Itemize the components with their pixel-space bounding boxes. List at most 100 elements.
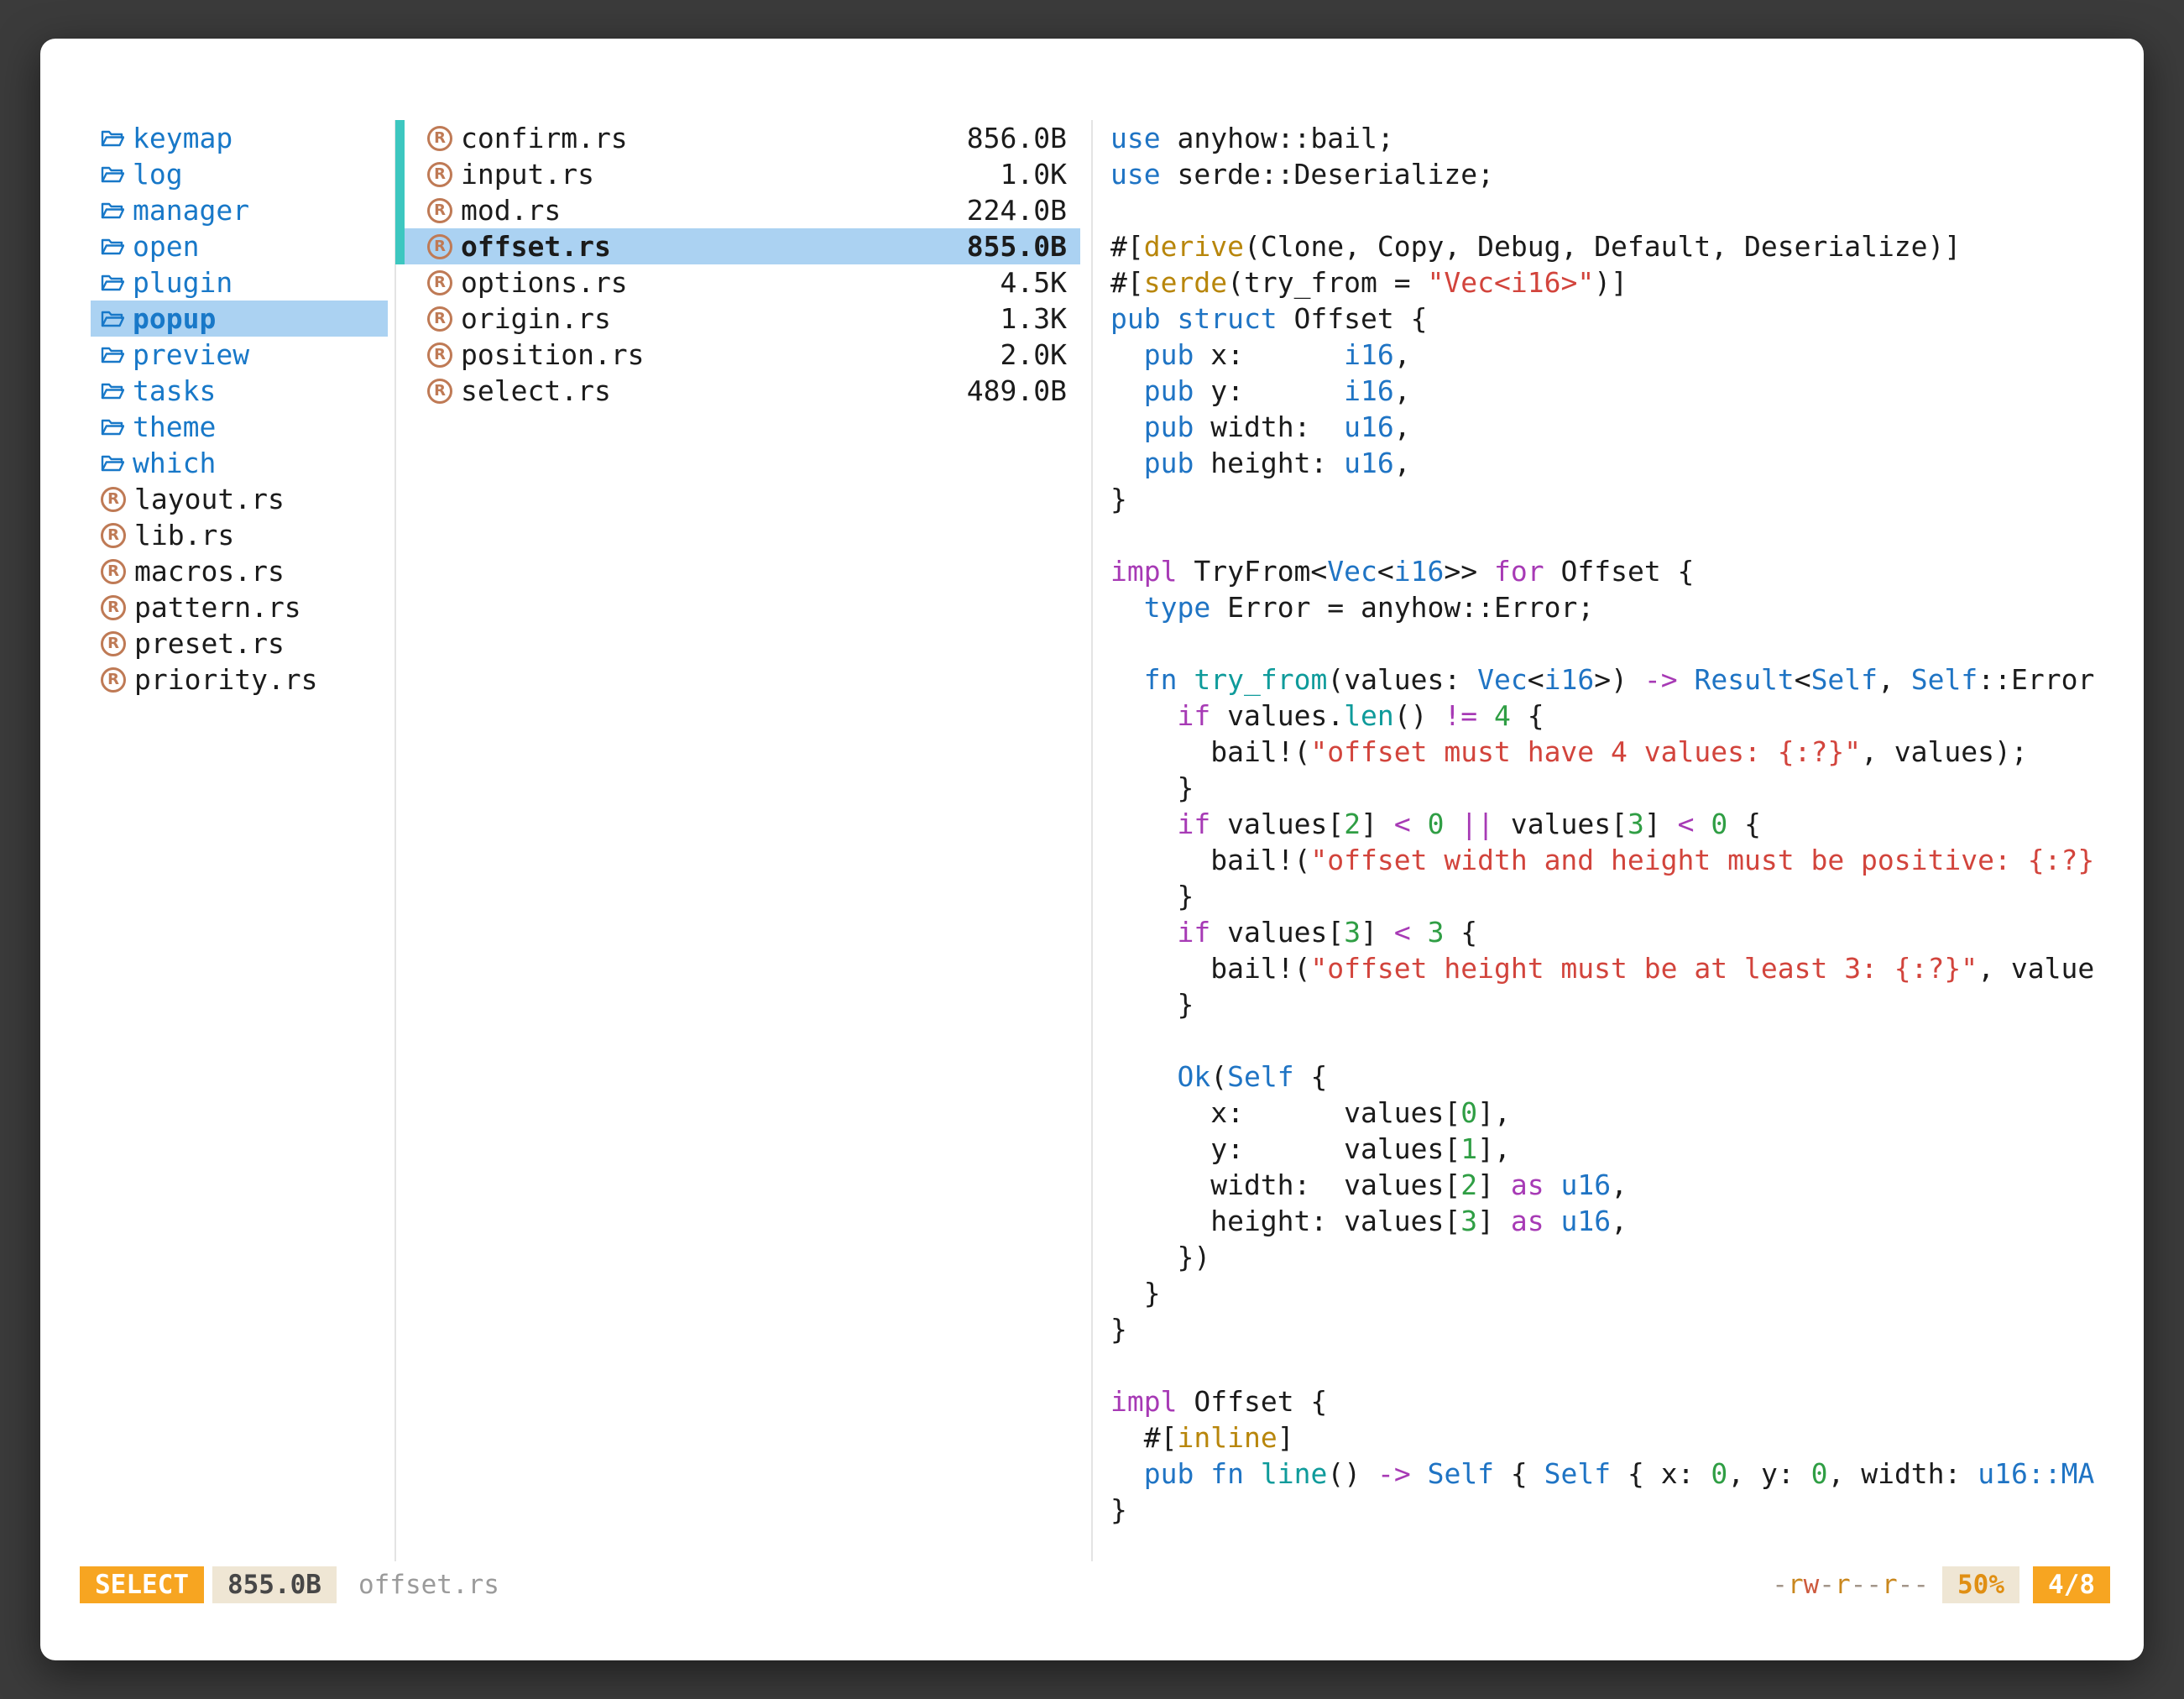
dir-item-plugin[interactable]: plugin	[91, 264, 388, 301]
code-token: ->	[1644, 663, 1678, 696]
file-row-options.rs[interactable]: Roptions.rs4.5K	[395, 264, 1080, 301]
file-item-preset.rs[interactable]: Rpreset.rs	[91, 625, 388, 661]
code-line	[1110, 517, 2144, 553]
code-token: "offset width and height must be positiv…	[1310, 844, 2094, 876]
file-row-position.rs[interactable]: Rposition.rs2.0K	[395, 337, 1080, 373]
folder-open-icon	[101, 345, 124, 365]
code-token: Offset {	[1177, 1385, 1327, 1418]
code-token: derive	[1144, 230, 1244, 263]
dir-item-keymap[interactable]: keymap	[91, 120, 388, 156]
code-token: 3	[1460, 1205, 1477, 1237]
dir-item-popup[interactable]: popup	[91, 301, 388, 337]
code-token: type	[1144, 591, 1210, 624]
file-size: 856.0B	[967, 122, 1067, 154]
code-token: y: values[	[1110, 1132, 1460, 1165]
code-token: ]	[1361, 916, 1394, 949]
dir-name: tasks	[133, 374, 216, 407]
selection-mark	[395, 120, 405, 156]
code-token: u16	[1560, 1205, 1611, 1237]
folder-open-icon	[101, 417, 124, 437]
code-token	[1411, 1457, 1428, 1490]
code-token: impl	[1110, 555, 1177, 588]
code-token: (	[1210, 1060, 1227, 1093]
dir-item-which[interactable]: which	[91, 445, 388, 481]
code-token: (try_from =	[1227, 266, 1427, 299]
dir-name: manager	[133, 194, 249, 227]
dir-item-theme[interactable]: theme	[91, 409, 388, 445]
dir-item-tasks[interactable]: tasks	[91, 373, 388, 409]
code-token: height: values[	[1110, 1205, 1460, 1237]
code-token: Vec	[1477, 663, 1528, 696]
scroll-percent-badge: 50%	[1942, 1566, 2019, 1603]
dir-item-preview[interactable]: preview	[91, 337, 388, 373]
file-row-input.rs[interactable]: Rinput.rs1.0K	[395, 156, 1080, 192]
file-row-offset.rs[interactable]: Roffset.rs855.0B	[395, 228, 1080, 264]
code-token: ,	[1611, 1168, 1628, 1201]
code-token	[1695, 808, 1711, 840]
folder-open-icon	[101, 128, 124, 149]
file-size: 855.0B	[967, 230, 1067, 263]
code-token: Error = anyhow::Error;	[1210, 591, 1594, 624]
code-line: use serde::Deserialize;	[1110, 156, 2144, 192]
code-line	[1110, 625, 2144, 661]
code-token: values[	[1210, 808, 1344, 840]
code-token: if	[1177, 808, 1210, 840]
dir-name: preview	[133, 338, 249, 371]
rust-file-icon: R	[427, 234, 452, 259]
code-token: })	[1110, 1241, 1210, 1273]
code-token: 0	[1711, 808, 1727, 840]
code-token: ()	[1394, 699, 1445, 732]
file-row-mod.rs[interactable]: Rmod.rs224.0B	[395, 192, 1080, 228]
dir-item-manager[interactable]: manager	[91, 192, 388, 228]
code-token: as	[1511, 1168, 1544, 1201]
file-item-layout.rs[interactable]: Rlayout.rs	[91, 481, 388, 517]
code-token: width:	[1194, 410, 1344, 443]
permission-char: r	[1835, 1570, 1851, 1600]
dir-item-open[interactable]: open	[91, 228, 388, 264]
code-token: , y:	[1727, 1457, 1810, 1490]
file-item-pattern.rs[interactable]: Rpattern.rs	[91, 589, 388, 625]
code-token	[1110, 1060, 1177, 1093]
rust-file-icon: R	[101, 487, 126, 512]
status-bar: SELECT 855.0B offset.rs -rw-r--r-- 50% 4…	[80, 1566, 2110, 1603]
code-token	[1194, 1457, 1210, 1490]
file-row-select.rs[interactable]: Rselect.rs489.0B	[395, 373, 1080, 409]
code-token: <	[1795, 663, 1811, 696]
code-line: }	[1110, 1275, 2144, 1311]
desktop-background: { "colors": { "desktop_bg": "#3b3b3b", "…	[0, 0, 2184, 1699]
code-line: fn try_from(values: Vec<i16>) -> Result<…	[1110, 661, 2144, 698]
rust-file-icon: R	[101, 559, 126, 584]
code-line: use anyhow::bail;	[1110, 120, 2144, 156]
code-token: (values:	[1327, 663, 1477, 696]
code-token: <	[1394, 808, 1411, 840]
code-token: }	[1110, 1313, 1127, 1346]
code-token: pub struct	[1110, 302, 1277, 335]
selection-mark	[395, 228, 405, 264]
dir-item-log[interactable]: log	[91, 156, 388, 192]
file-item-lib.rs[interactable]: Rlib.rs	[91, 517, 388, 553]
code-token: 0	[1460, 1096, 1477, 1129]
code-token	[1110, 663, 1144, 696]
rust-file-icon: R	[101, 523, 126, 548]
permission-char: -	[1898, 1570, 1914, 1600]
code-token: 1	[1460, 1132, 1477, 1165]
code-token: bail!(	[1110, 952, 1310, 985]
code-token: Self	[1544, 1457, 1611, 1490]
current-directory-pane: Rconfirm.rs856.0BRinput.rs1.0KRmod.rs224…	[395, 120, 1092, 409]
dir-name: which	[133, 447, 216, 479]
file-row-confirm.rs[interactable]: Rconfirm.rs856.0B	[395, 120, 1080, 156]
code-token: serde	[1144, 266, 1227, 299]
code-token: width: values[	[1110, 1168, 1460, 1201]
code-token: len	[1344, 699, 1394, 732]
file-name: mod.rs	[461, 194, 561, 227]
code-token: ,	[1394, 410, 1411, 443]
code-token: , width:	[1827, 1457, 1978, 1490]
code-line: }	[1110, 1311, 2144, 1347]
code-token: { x:	[1611, 1457, 1711, 1490]
file-item-priority.rs[interactable]: Rpriority.rs	[91, 661, 388, 698]
file-item-macros.rs[interactable]: Rmacros.rs	[91, 553, 388, 589]
code-token: "offset must have 4 values: {:?}"	[1310, 735, 1861, 768]
mode-badge: SELECT	[80, 1566, 204, 1603]
file-row-origin.rs[interactable]: Rorigin.rs1.3K	[395, 301, 1080, 337]
code-line: }	[1110, 1492, 2144, 1528]
